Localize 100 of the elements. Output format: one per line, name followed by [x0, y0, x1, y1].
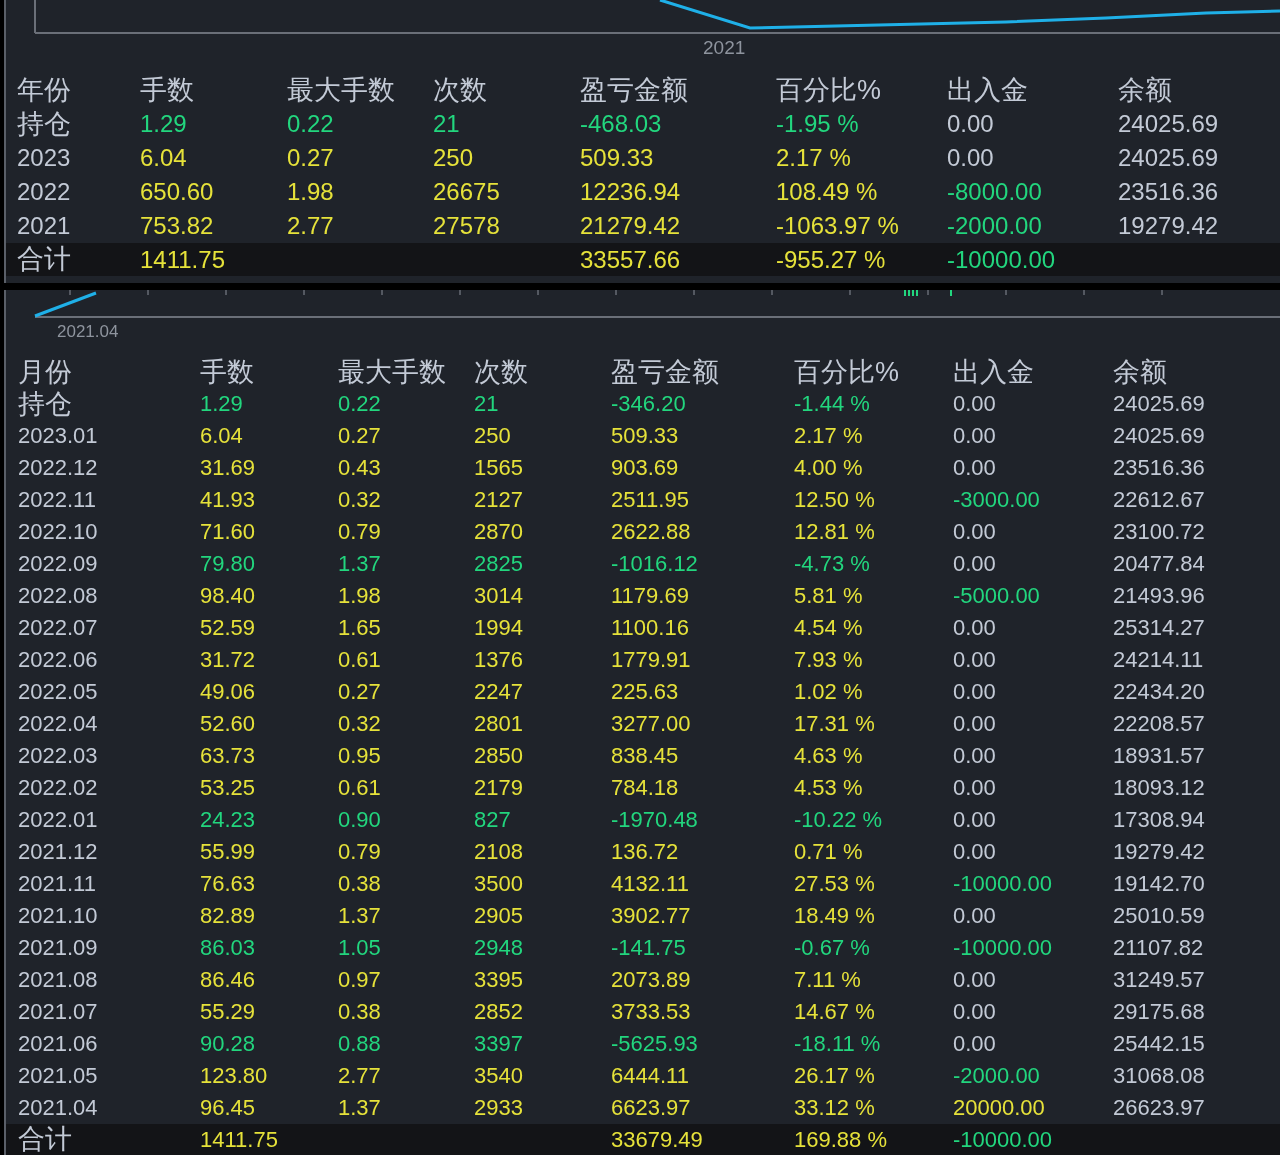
table-cell-text: 0.27 [338, 681, 382, 703]
table-cell-text: -10000.00 [953, 873, 1054, 895]
table-cell-text: 14.67 % [794, 1001, 876, 1023]
table-cell-text: 0.61 [338, 649, 382, 671]
table-cell-text: 0.00 [953, 1033, 997, 1055]
table-cell-text: -468.03 [580, 112, 663, 136]
table-cell-text: 0.00 [947, 146, 995, 170]
table-cell-text: 1.29 [200, 393, 244, 415]
table-cell-text: 0.32 [338, 489, 382, 511]
table-cell-text: -3000.00 [953, 489, 1041, 511]
table-cell-text: 1779.91 [611, 649, 692, 671]
table-cell-text: 33.12 % [794, 1097, 876, 1119]
table-cell-text: 108.49 % [776, 180, 879, 204]
table-cell-text: 18.49 % [794, 905, 876, 927]
table-cell-text: 55.99 [200, 841, 257, 863]
table-cell-text: 31068.08 [1113, 1065, 1206, 1087]
table-cell-text: 31.69 [200, 457, 257, 479]
table-cell-text: 21 [433, 112, 461, 136]
table-cell-text: 2622.88 [611, 521, 692, 543]
table-cell-text: -0.67 % [794, 937, 871, 959]
table-cell-text: 24025.69 [1118, 146, 1220, 170]
table-cell-text: 52.60 [200, 713, 257, 735]
column-header: 出入金 [947, 76, 1029, 104]
table-cell-text: 2022.04 [18, 713, 99, 735]
table-cell-text: 2021.12 [18, 841, 99, 863]
table-cell-text: 0.27 [338, 425, 382, 447]
table-cell-text: 27578 [433, 214, 501, 238]
table-cell-text: 7.11 % [794, 969, 862, 991]
column-header: 月份 [18, 358, 73, 386]
table-cell-text: 2852 [474, 1001, 524, 1023]
table-cell-text: 22434.20 [1113, 681, 1206, 703]
table-cell-text: 63.73 [200, 745, 257, 767]
table-cell-text: 2825 [474, 553, 524, 575]
table-cell-text: 169.88 % [794, 1128, 888, 1151]
table-cell-text: 98.40 [200, 585, 257, 607]
column-header: 手数 [200, 358, 255, 386]
table-cell-text: 250 [433, 146, 475, 170]
table-cell-text: -141.75 [611, 937, 687, 959]
table-cell-text: 21279.42 [580, 214, 682, 238]
table-cell-text: 1.37 [338, 1097, 382, 1119]
table-cell-text: 23516.36 [1118, 180, 1220, 204]
table-cell-text: 2127 [474, 489, 524, 511]
table-cell-text: 5.81 % [794, 585, 864, 607]
table-cell-text: 1565 [474, 457, 524, 479]
table-cell-text: -8000.00 [947, 180, 1043, 204]
table-cell-text: 2021 [17, 214, 72, 238]
table-cell-text: 24214.11 [1113, 649, 1205, 671]
table-cell-text: 24025.69 [1118, 112, 1220, 136]
table-cell-text: 1179.69 [611, 585, 690, 607]
table-cell-text: 2933 [474, 1097, 524, 1119]
table-cell-text: 1.98 [338, 585, 382, 607]
axis-label: 2021 [703, 36, 746, 60]
table-cell-text: 225.63 [611, 681, 680, 703]
table-cell-text: 2023.01 [18, 425, 99, 447]
table-cell-text: 3014 [474, 585, 524, 607]
table-cell-text: 2022.12 [18, 457, 99, 479]
table-cell-text: 2.17 % [776, 146, 852, 170]
column-header: 手数 [140, 76, 195, 104]
table-cell-text: 2179 [474, 777, 524, 799]
table-cell-text: 24025.69 [1113, 425, 1206, 447]
table-cell-text: 4.53 % [794, 777, 864, 799]
table-cell-text: 52.59 [200, 617, 257, 639]
table-cell-text: 86.46 [200, 969, 257, 991]
table-cell-text: 90.28 [200, 1033, 257, 1055]
table-cell-text: 79.80 [200, 553, 257, 575]
table-cell-text: -18.11 % [794, 1033, 882, 1055]
table-cell-text: 4.63 % [794, 745, 864, 767]
table-cell-text: 0.00 [953, 713, 997, 735]
table-cell-text: 1100.16 [611, 617, 690, 639]
table-cell-text: 0.88 [338, 1033, 382, 1055]
table-cell-text: 2021.08 [18, 969, 99, 991]
table-cell-text: 0.22 [338, 393, 382, 415]
table-cell-text: 82.89 [200, 905, 257, 927]
table-cell-text: 0.00 [953, 457, 997, 479]
table-cell-text: 827 [474, 809, 512, 831]
table-cell-text: 18093.12 [1113, 777, 1206, 799]
table-cell-text: 3277.00 [611, 713, 692, 735]
table-cell-text: 33679.49 [611, 1128, 704, 1151]
table-cell-text: 3500 [474, 873, 524, 895]
table-cell-text: 0.00 [953, 969, 997, 991]
column-header: 年份 [17, 76, 72, 104]
table-cell-text: 0.00 [953, 809, 997, 831]
table-cell-text: -4.73 % [794, 553, 871, 575]
table-cell-text: 71.60 [200, 521, 257, 543]
table-cell-text: 12.50 % [794, 489, 876, 511]
table-cell-text: 96.45 [200, 1097, 257, 1119]
table-cell-text: 2022.11 [18, 489, 97, 511]
table-cell-text: 21107.82 [1113, 937, 1205, 959]
column-header: 余额 [1113, 358, 1168, 386]
table-cell-text: 753.82 [140, 214, 215, 238]
table-cell-text: -2000.00 [953, 1065, 1041, 1087]
table-cell-text: 19279.42 [1118, 214, 1220, 238]
table-cell-text: -1063.97 % [776, 214, 900, 238]
table-cell-text: 6.04 [140, 146, 188, 170]
table-cell-text: 1994 [474, 617, 524, 639]
table-cell-text: 903.69 [611, 457, 680, 479]
table-cell-text: 136.72 [611, 841, 680, 863]
table-cell-text: 1.65 [338, 617, 382, 639]
table-cell-text: 合计 [17, 246, 72, 273]
column-header: 百分比% [794, 358, 900, 386]
